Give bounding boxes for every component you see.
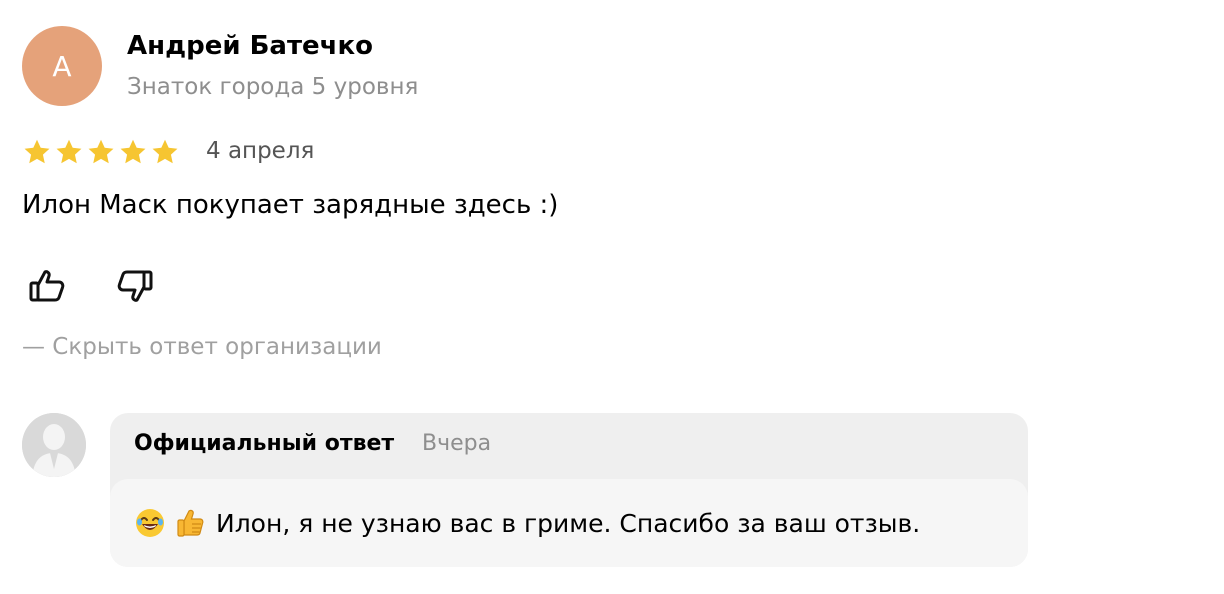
hide-org-reply-link[interactable]: — Скрыть ответ организации <box>22 334 382 360</box>
author-level: Знаток города 5 уровня <box>127 74 419 100</box>
laughing-emoji-icon <box>132 505 168 541</box>
dislike-button[interactable] <box>112 262 160 310</box>
org-reply-text: Илон, я не узнаю вас в гриме. Спасибо за… <box>216 508 921 538</box>
person-silhouette-icon <box>22 413 86 477</box>
review-date: 4 апреля <box>206 138 315 164</box>
org-avatar <box>22 413 86 477</box>
thumbs-up-emoji-icon <box>172 505 208 541</box>
rating-stars <box>22 137 180 171</box>
star-icon <box>24 139 50 164</box>
thumb-up-icon <box>29 270 65 302</box>
org-reply-body: Илон, я не узнаю вас в гриме. Спасибо за… <box>110 479 1028 567</box>
star-icon <box>56 139 82 164</box>
org-reply-card: Официальный ответ Вчера Илон, я не узнаю… <box>110 413 1028 567</box>
star-icon <box>120 139 146 164</box>
author-name[interactable]: Андрей Батечко <box>127 31 373 61</box>
org-reply-title: Официальный ответ <box>134 431 395 456</box>
star-icon <box>88 139 114 164</box>
org-reply-line: Илон, я не узнаю вас в гриме. Спасибо за… <box>132 505 920 541</box>
author-initial: А <box>52 49 72 83</box>
like-button[interactable] <box>22 262 70 310</box>
review-text: Илон Маск покупает зарядные здесь :) <box>22 190 559 220</box>
author-avatar[interactable]: А <box>22 26 102 106</box>
org-reply-date: Вчера <box>422 431 492 456</box>
thumb-down-icon <box>117 270 153 302</box>
star-icon <box>152 139 178 164</box>
